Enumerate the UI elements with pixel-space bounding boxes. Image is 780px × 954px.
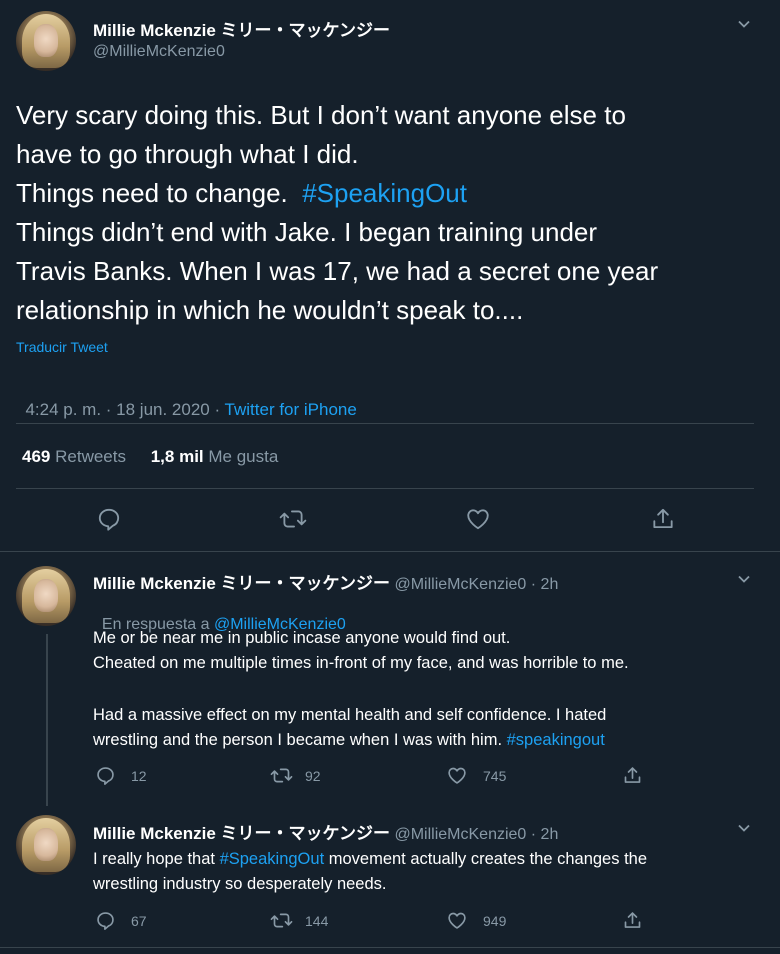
reply-icon[interactable] (96, 506, 122, 532)
reply-count: 67 (131, 913, 147, 929)
share-icon[interactable] (622, 765, 643, 786)
divider (16, 488, 754, 489)
retweet-icon[interactable] (270, 765, 293, 786)
reply-icon[interactable] (95, 765, 116, 786)
hashtag-link[interactable]: #SpeakingOut (220, 850, 325, 868)
reply-line: wrestling and the person I became when I… (93, 731, 605, 749)
reply-count: 12 (131, 768, 147, 784)
author-meta[interactable]: @MillieMcKenzie0 · 2h (394, 826, 558, 843)
translate-link[interactable]: Traducir Tweet (16, 339, 108, 355)
reply-header: Millie Mckenzie ミリー・マッケンジー @MillieMcKenz… (93, 569, 558, 594)
hashtag-link[interactable]: #SpeakingOut (302, 178, 467, 208)
hashtag-link[interactable]: #speakingout (507, 731, 605, 749)
share-icon[interactable] (650, 506, 676, 532)
avatar[interactable] (16, 11, 76, 71)
likes-count: 1,8 mil (150, 447, 204, 466)
like-icon[interactable] (446, 910, 468, 931)
like-icon[interactable] (465, 506, 491, 532)
stats-row: 469 Retweets 1,8 mil Me gusta (22, 447, 278, 467)
timestamp: 4:24 p. m. · 18 jun. 2020 · Twitter for … (16, 380, 357, 420)
author-name[interactable]: Millie Mckenzie ミリー・マッケンジー (93, 824, 390, 843)
reply-line: Me or be near me in public incase anyone… (93, 629, 511, 647)
chevron-down-icon[interactable] (738, 822, 750, 834)
timestamp-text[interactable]: 4:24 p. m. · 18 jun. 2020 · (25, 400, 224, 419)
tweet-text: Very scary doing this. But I don’t want … (16, 96, 756, 330)
retweets-label: Retweets (55, 447, 126, 466)
like-icon[interactable] (446, 765, 468, 786)
share-icon[interactable] (622, 910, 643, 931)
author-name[interactable]: Millie Mckenzie ミリー・マッケンジー (93, 16, 390, 41)
retweets-stat[interactable]: 469 Retweets (22, 447, 131, 466)
reply-line: Cheated on me multiple times in-front of… (93, 654, 629, 672)
reply-line: wrestling industry so desperately needs. (93, 875, 387, 893)
avatar[interactable] (16, 815, 76, 875)
chevron-down-icon[interactable] (738, 573, 750, 585)
divider (0, 947, 780, 948)
reply-line (93, 676, 773, 703)
divider (16, 423, 754, 424)
reply-header: Millie Mckenzie ミリー・マッケンジー @MillieMcKenz… (93, 819, 558, 844)
divider (0, 551, 780, 552)
tweet-line: Things didn’t end with Jake. I began tra… (16, 217, 598, 247)
tweet-line: Things need to change. #SpeakingOut (16, 178, 467, 208)
author-name[interactable]: Millie Mckenzie ミリー・マッケンジー (93, 574, 390, 593)
retweet-count: 92 (305, 768, 321, 784)
retweet-icon[interactable] (279, 506, 307, 532)
author-meta[interactable]: @MillieMcKenzie0 · 2h (394, 576, 558, 593)
like-count: 949 (483, 913, 507, 929)
retweet-icon[interactable] (270, 910, 293, 931)
tweet-line: have to go through what I did. (16, 139, 359, 169)
source-link[interactable]: Twitter for iPhone (225, 400, 357, 419)
like-count: 745 (483, 768, 507, 784)
tweet-line: relationship in which he wouldn’t speak … (16, 295, 524, 325)
reply-text: I really hope that #SpeakingOut movement… (93, 847, 773, 897)
tweet-line: Travis Banks. When I was 17, we had a se… (16, 256, 659, 286)
reply-text: Me or be near me in public incase anyone… (93, 626, 773, 753)
reply-icon[interactable] (95, 910, 116, 931)
reply-line: Had a massive effect on my mental health… (93, 706, 607, 724)
chevron-down-icon[interactable] (738, 18, 750, 30)
thread-line (46, 634, 48, 806)
likes-label: Me gusta (208, 447, 279, 466)
avatar[interactable] (16, 566, 76, 626)
retweets-count: 469 (22, 447, 51, 466)
likes-stat[interactable]: 1,8 mil Me gusta (151, 447, 279, 466)
retweet-count: 144 (305, 913, 329, 929)
tweet-line: Very scary doing this. But I don’t want … (16, 100, 626, 130)
reply-line: I really hope that #SpeakingOut movement… (93, 850, 648, 868)
author-handle[interactable]: @MillieMcKenzie0 (93, 43, 225, 61)
